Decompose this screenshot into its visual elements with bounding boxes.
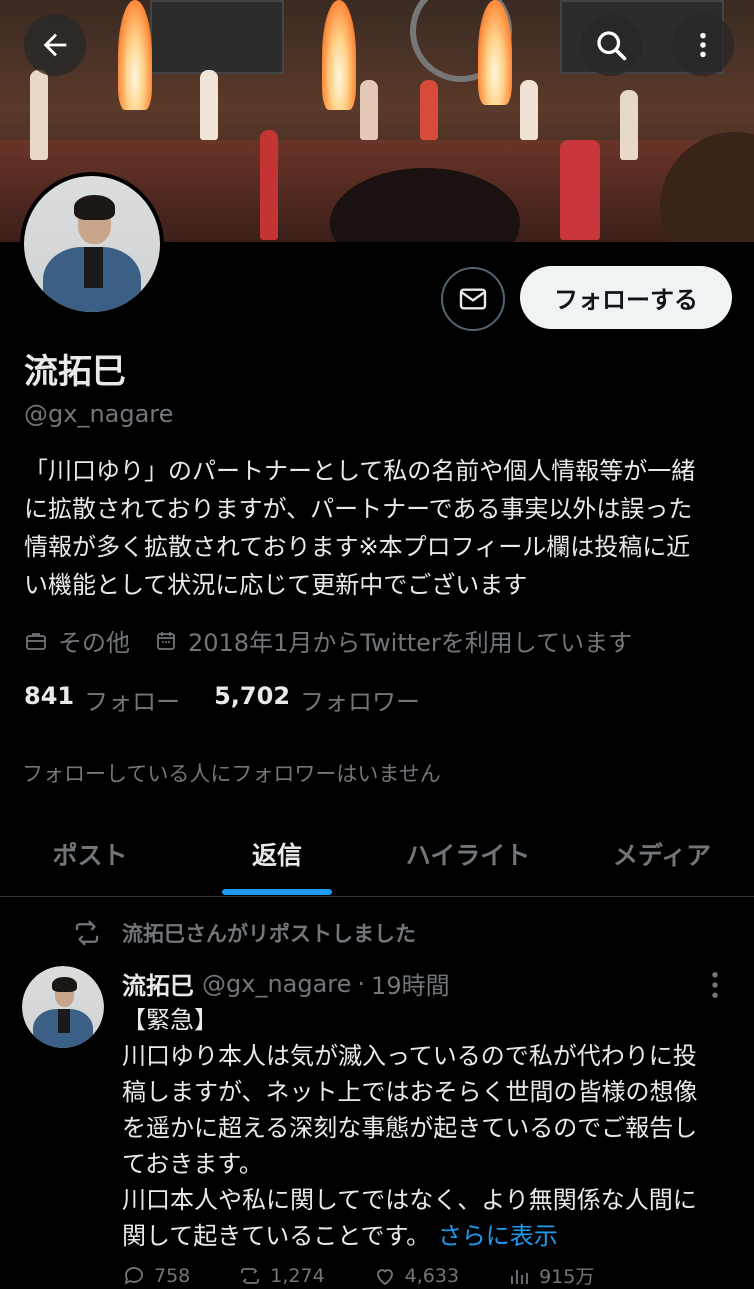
heart-icon bbox=[376, 1268, 393, 1285]
post-actions: 758 1,274 4,633 915万 bbox=[122, 1262, 732, 1289]
post-line: 稿しますが、ネット上ではおそらく世間の皆様の想像 bbox=[122, 1078, 698, 1106]
tab-highlights[interactable]: ハイライト bbox=[384, 812, 552, 896]
reply-icon bbox=[124, 1266, 143, 1285]
bio-line: 情報が多く拡散されております※本プロフィール欄は投稿に近 bbox=[24, 533, 691, 561]
tab-replies[interactable]: 返信 bbox=[206, 812, 348, 896]
post-time[interactable]: 19時間 bbox=[371, 966, 450, 1001]
post-line-text: 関して起きていることです。 bbox=[122, 1222, 431, 1250]
profile-tabs: ポスト 返信 ハイライト メディア bbox=[0, 812, 754, 897]
profile-bio: 「川口ゆり」のパートナーとして私の名前や個人情報等が一緒 に拡散されておりますが… bbox=[24, 452, 736, 604]
search-icon bbox=[597, 31, 627, 61]
following-label[interactable]: フォロー bbox=[84, 682, 180, 717]
joined-label: 2018年1月からTwitterを利用しています bbox=[188, 629, 633, 657]
category-label: その他 bbox=[58, 629, 130, 657]
more-vertical-icon bbox=[700, 32, 706, 58]
banner-flame bbox=[322, 0, 356, 110]
banner-dancer bbox=[520, 80, 538, 140]
post-separator: · bbox=[357, 969, 366, 998]
views-button[interactable]: 915万 bbox=[507, 1262, 594, 1289]
message-button[interactable] bbox=[441, 267, 505, 331]
back-button[interactable] bbox=[24, 14, 86, 76]
followers-count[interactable]: 5,702 bbox=[214, 682, 290, 717]
more-button[interactable] bbox=[672, 14, 734, 76]
reply-button[interactable]: 758 bbox=[122, 1262, 190, 1289]
post-header: 流拓巳 @gx_nagare · 19時間 bbox=[122, 966, 450, 1001]
banner-flame bbox=[478, 0, 512, 105]
post-line: 関して起きていることです。 さらに表示 bbox=[122, 1218, 722, 1254]
post-author-handle[interactable]: @gx_nagare bbox=[202, 970, 351, 998]
post-text[interactable]: 【緊急】 川口ゆり本人は気が滅入っているので私が代わりに投 稿しますが、ネット上… bbox=[122, 1002, 722, 1254]
show-more-link[interactable]: さらに表示 bbox=[438, 1222, 558, 1250]
followers-label[interactable]: フォロワー bbox=[300, 682, 420, 717]
avatar-photo bbox=[24, 176, 160, 312]
view-count: 915万 bbox=[539, 1266, 595, 1288]
post-line: 【緊急】 bbox=[122, 1006, 218, 1034]
follow-button[interactable]: フォローする bbox=[520, 266, 732, 329]
repost-button[interactable]: 1,274 bbox=[238, 1262, 325, 1289]
repost-icon bbox=[241, 1267, 260, 1284]
bio-line: 「川口ゆり」のパートナーとして私の名前や個人情報等が一緒 bbox=[24, 457, 696, 485]
repost-text: 流拓巳さんがリポストしました bbox=[122, 922, 416, 946]
envelope-icon bbox=[459, 288, 487, 310]
post-line: ておきます。 bbox=[122, 1150, 263, 1178]
banner-dancer bbox=[200, 70, 218, 140]
following-count[interactable]: 841 bbox=[24, 682, 74, 717]
like-count: 4,633 bbox=[404, 1264, 460, 1287]
post-line: 川口ゆり本人は気が滅入っているので私が代わりに投 bbox=[122, 1042, 697, 1070]
profile-category: その他 bbox=[24, 623, 130, 658]
common-followers-note: フォローしている人にフォロワーはいません bbox=[22, 762, 441, 786]
repost-count: 1,274 bbox=[270, 1264, 325, 1287]
banner-flag bbox=[560, 140, 600, 240]
briefcase-icon bbox=[26, 632, 46, 650]
banner-dancer bbox=[260, 130, 278, 240]
like-button[interactable]: 4,633 bbox=[373, 1262, 459, 1289]
profile-name: 流拓巳 bbox=[24, 352, 126, 392]
banner-dancer bbox=[360, 80, 378, 140]
calendar-icon bbox=[157, 631, 175, 650]
tab-media[interactable]: メディア bbox=[590, 812, 734, 896]
banner-dancer bbox=[620, 90, 638, 160]
tab-posts[interactable]: ポスト bbox=[20, 812, 160, 896]
post-more-icon[interactable] bbox=[708, 968, 722, 1002]
active-tab-indicator bbox=[222, 889, 332, 895]
banner-flame bbox=[118, 0, 152, 110]
banner-dancer bbox=[30, 70, 48, 160]
profile-handle: @gx_nagare bbox=[24, 400, 174, 428]
profile-stats: 841 フォロー 5,702 フォロワー bbox=[24, 682, 454, 717]
post-line: 川口本人や私に関してではなく、より無関係な人間に bbox=[122, 1186, 697, 1214]
banner-screen bbox=[150, 0, 284, 74]
banner-dancer bbox=[420, 80, 438, 140]
reply-count: 758 bbox=[154, 1264, 191, 1287]
bio-line: い機能として状況に応じて更新中でございます bbox=[24, 571, 528, 599]
profile-joined: 2018年1月からTwitterを利用しています bbox=[154, 623, 632, 658]
post-author-avatar[interactable] bbox=[22, 966, 104, 1048]
profile-meta: その他 2018年1月からTwitterを利用しています bbox=[24, 623, 656, 658]
arrow-left-icon bbox=[43, 33, 67, 57]
post-author-name[interactable]: 流拓巳 bbox=[122, 966, 194, 1001]
repost-indicator[interactable]: 流拓巳さんがリポストしました bbox=[72, 918, 416, 948]
bio-line: に拡散されておりますが、パートナーである事実以外は誤った bbox=[24, 495, 693, 523]
repost-icon bbox=[75, 920, 99, 946]
profile-avatar[interactable] bbox=[20, 172, 164, 316]
post-line: を遥かに超える深刻な事態が起きているのでご報告し bbox=[122, 1114, 698, 1142]
views-icon bbox=[511, 1269, 528, 1284]
avatar-photo bbox=[22, 966, 104, 1048]
search-button[interactable] bbox=[580, 14, 642, 76]
